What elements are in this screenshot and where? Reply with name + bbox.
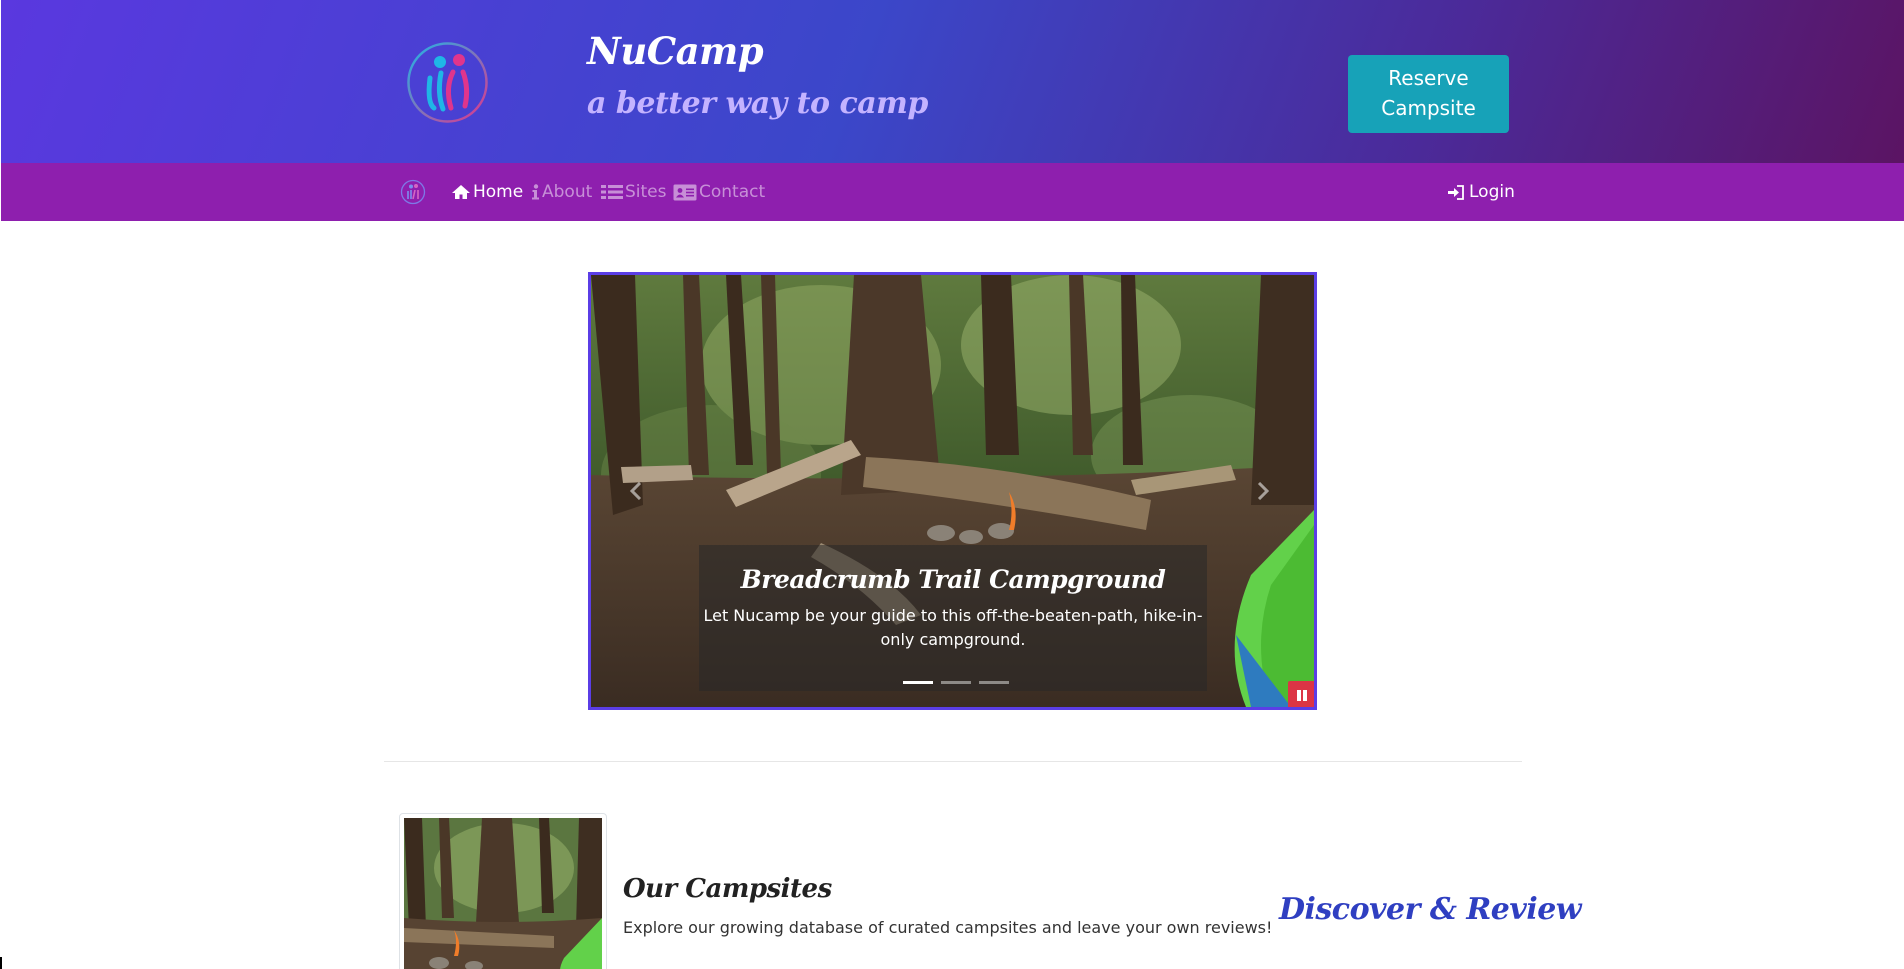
login-label: Login [1469,182,1515,202]
info-icon [531,184,540,200]
sign-in-icon [1448,184,1464,200]
list-icon [601,184,623,200]
nav-item-label: Sites [625,182,667,202]
site-header [1,0,1904,163]
home-icon [451,184,471,200]
feature-description: Explore our growing database of curated … [623,918,1273,937]
feature-title: Our Campsites [623,874,832,904]
carousel-caption: Breadcrumb Trail Campground Let Nucamp b… [699,545,1207,691]
carousel-indicator[interactable] [979,681,1009,684]
feature-tagline: Discover & Review [1279,892,1582,927]
carousel-next-icon[interactable] [1256,481,1270,501]
section-divider [384,761,1522,762]
nav-item-label: About [542,182,593,202]
nav-item-label: Contact [699,182,766,202]
caption-text: Let Nucamp be your guide to this off-the… [703,606,1203,649]
caption-title: Breadcrumb Trail Campground [740,565,1166,594]
carousel-indicator[interactable] [941,681,971,684]
campsite-thumbnail [399,813,607,969]
campsite-carousel[interactable]: Breadcrumb Trail Campground Let Nucamp b… [588,272,1317,710]
nav-item-about[interactable]: About [531,180,592,204]
nav-item-contact[interactable]: Contact [673,180,765,204]
nav-item-sites[interactable]: Sites [601,180,667,204]
nucamp-logo-icon [405,40,490,125]
address-card-icon [673,184,697,201]
carousel-indicator[interactable] [903,681,933,684]
campsite-thumbnail-photo [404,818,602,969]
carousel-prev-icon[interactable] [629,481,643,501]
navbar [1,163,1904,221]
nav-brand-logo-icon[interactable] [400,179,426,205]
nav-item-home[interactable]: Home [451,180,523,204]
brand-title: NuCamp [587,29,764,73]
cursor-mark [0,957,2,969]
nav-item-label: Home [473,182,524,202]
carousel-pause-button[interactable] [1288,681,1314,707]
brand-subtitle: a better way to camp [587,86,928,121]
login-link[interactable]: Login [1448,180,1515,204]
reserve-campsite-button[interactable]: Reserve Campsite [1348,55,1509,133]
carousel-indicators [903,681,1009,684]
